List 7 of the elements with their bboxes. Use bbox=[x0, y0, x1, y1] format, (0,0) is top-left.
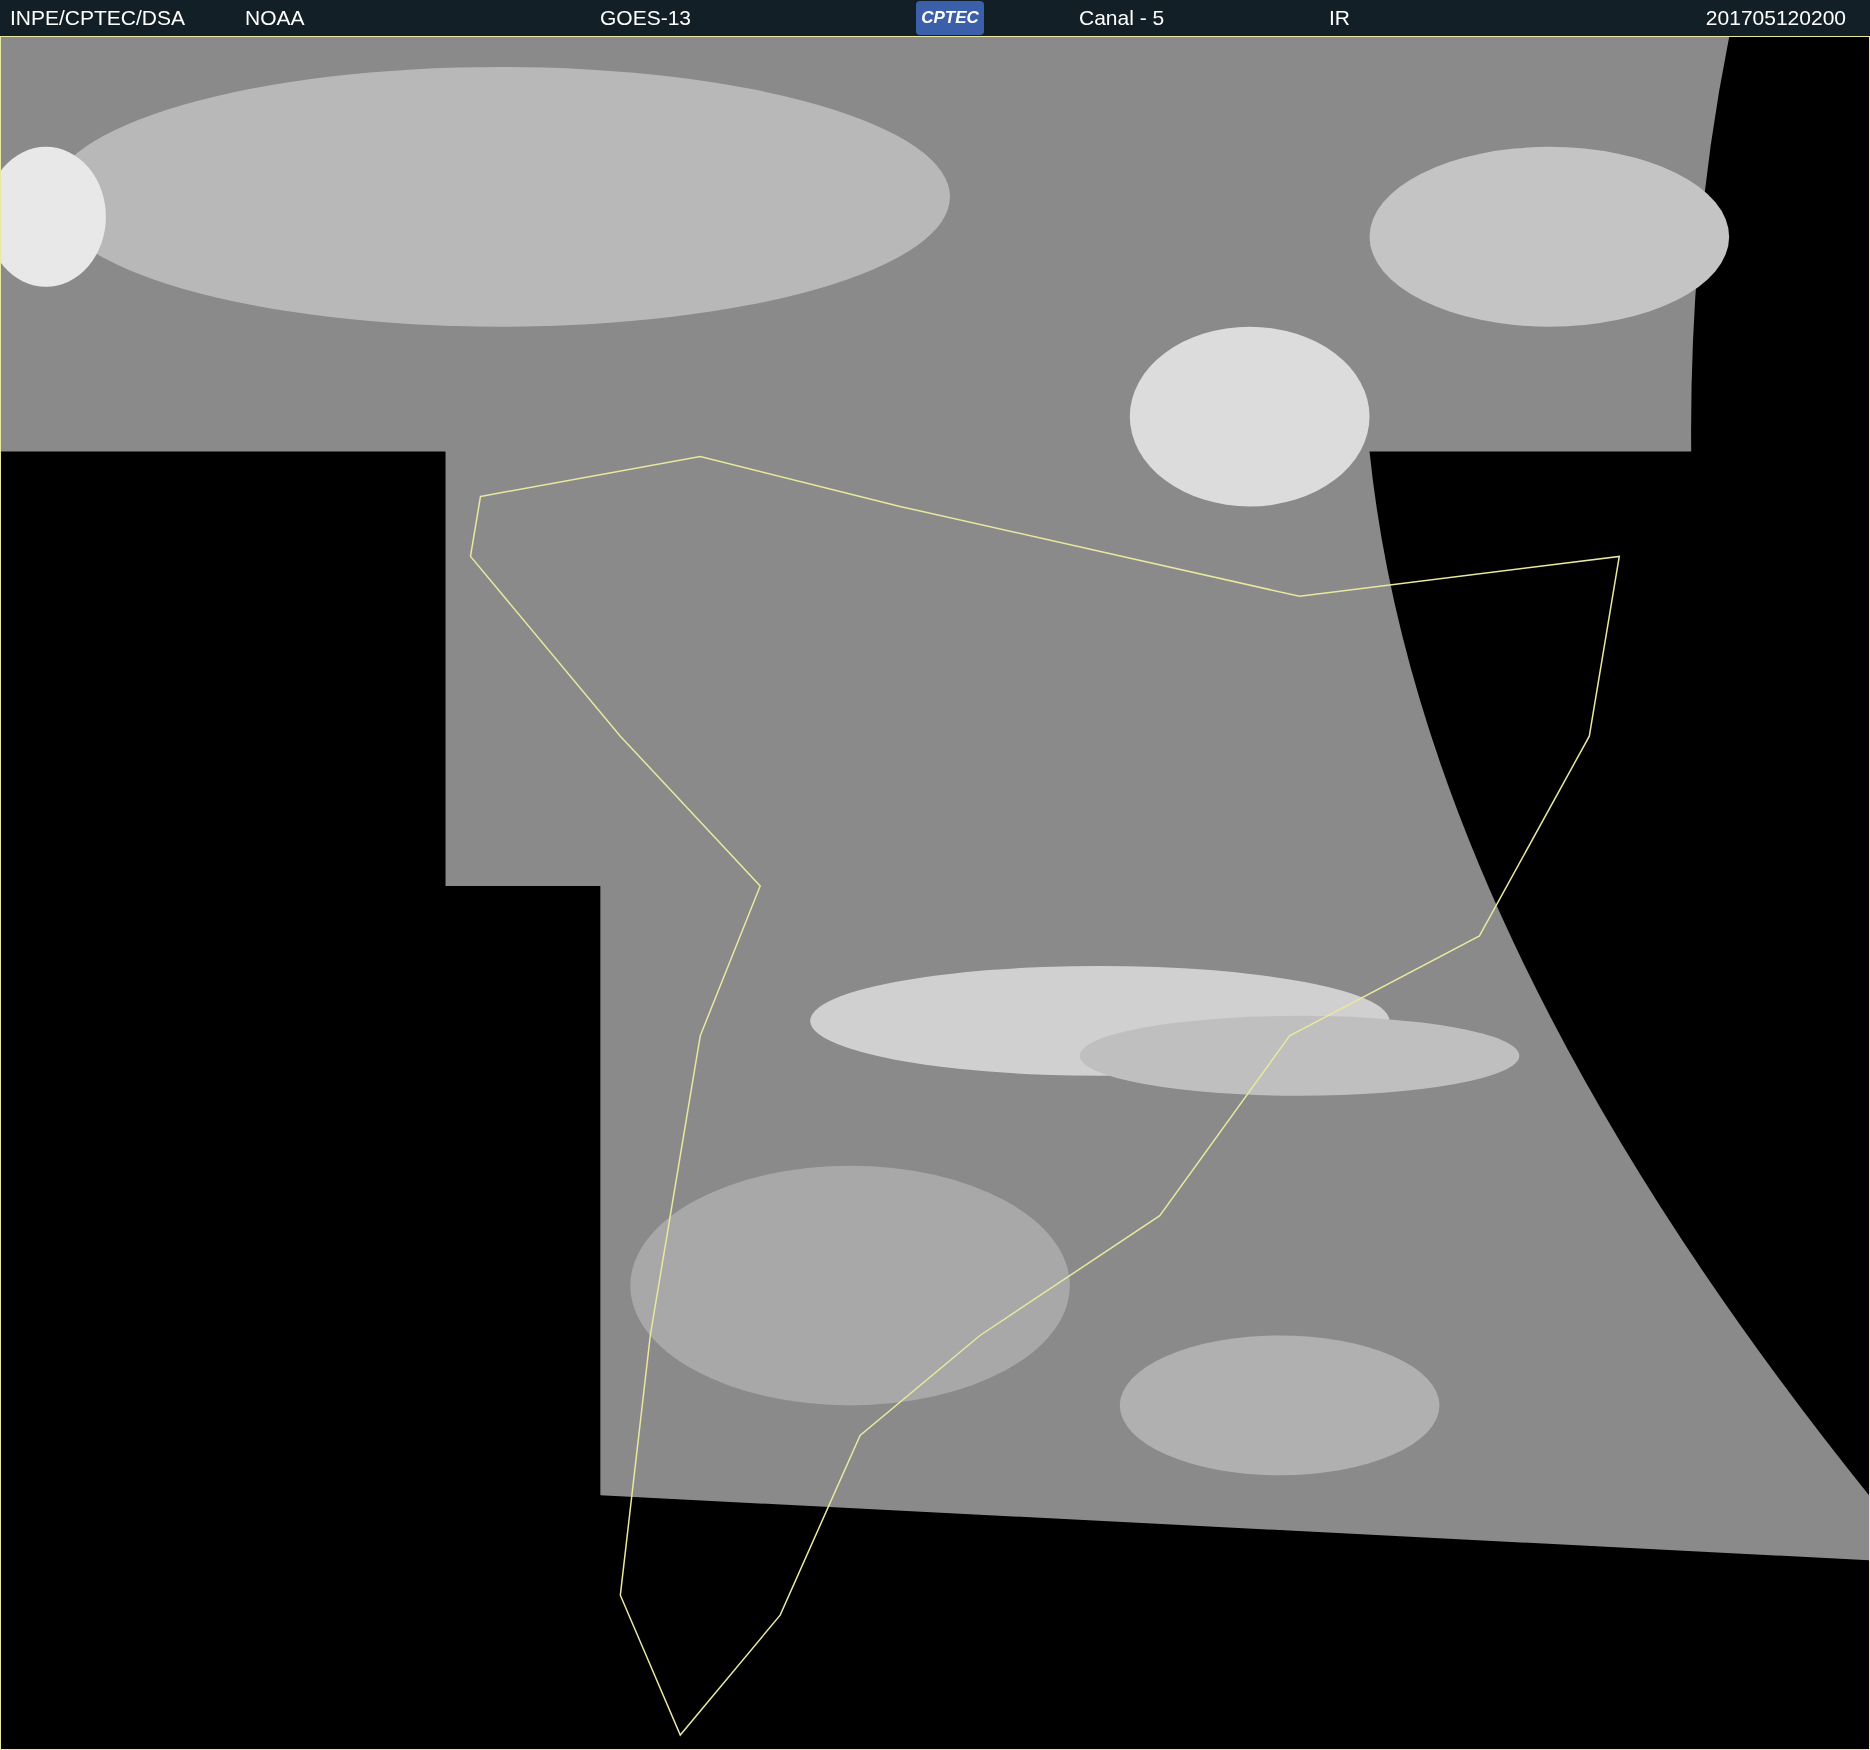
band-label: IR bbox=[1329, 5, 1350, 32]
source-label: NOAA bbox=[245, 5, 306, 32]
agency-label: INPE/CPTEC/DSA bbox=[10, 5, 187, 32]
satellite-label: GOES-13 bbox=[600, 5, 693, 32]
timestamp-label: 201705120200 bbox=[1705, 5, 1846, 32]
cptec-logo: CPTEC bbox=[916, 1, 984, 35]
channel-label: Canal - 5 bbox=[1079, 5, 1166, 32]
